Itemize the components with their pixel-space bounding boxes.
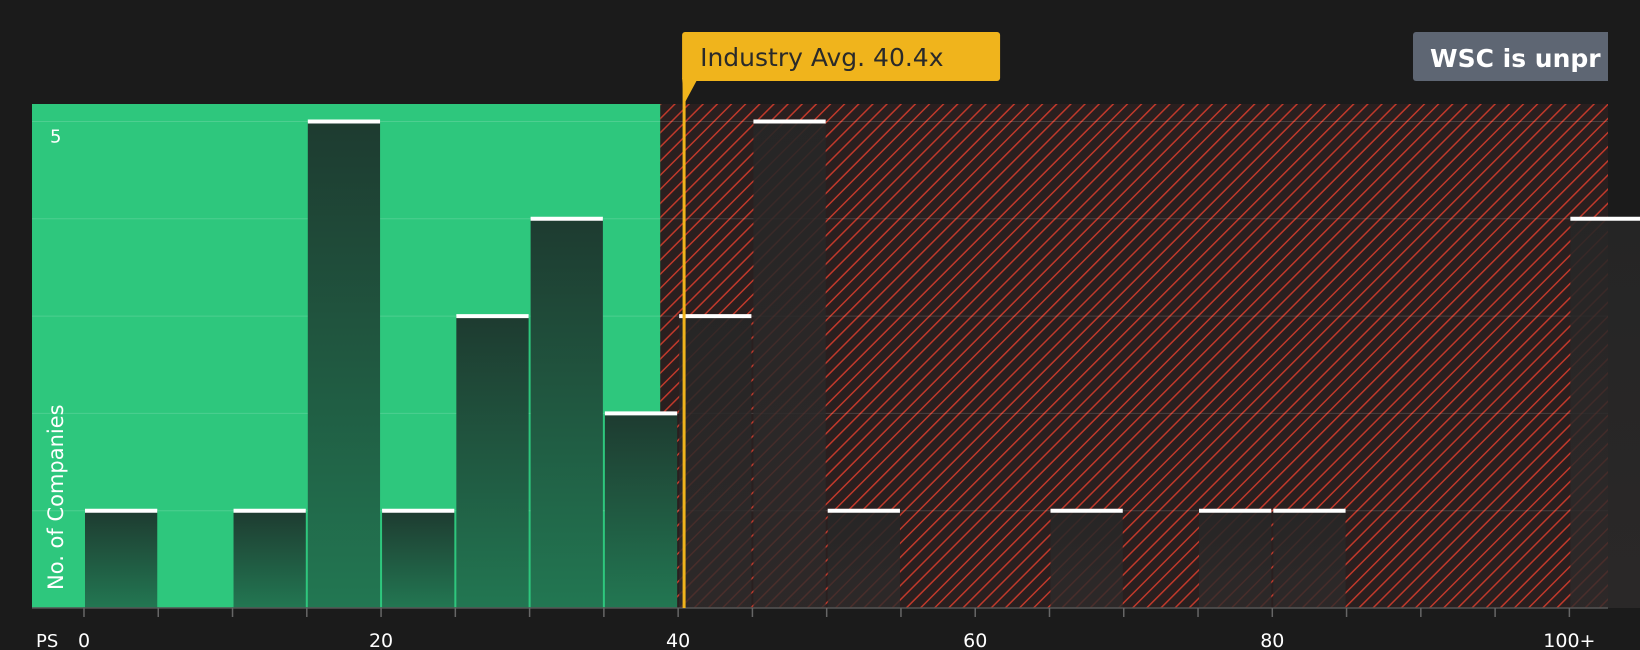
x-axis-prefix: PS — [36, 631, 58, 650]
x-tick-label: 60 — [963, 630, 987, 650]
histogram-bar — [753, 121, 826, 608]
company-badge-label: WSC is unpr — [1430, 44, 1601, 73]
histogram-bar — [604, 413, 678, 608]
histogram-bar — [679, 316, 752, 608]
histogram-bar — [1570, 218, 1640, 609]
histogram-bar — [1050, 510, 1123, 608]
valuation-histogram-chart: 0 20 40 60 80 100+ 5 No. of Companies PS Indu… — [32, 32, 1640, 650]
histogram-bar — [827, 510, 900, 608]
histogram-bar — [1273, 510, 1346, 608]
x-tick-label: 0 — [78, 630, 90, 650]
y-tick-label: 5 — [50, 127, 61, 148]
histogram-bar — [84, 510, 158, 608]
x-axis-ticks: 0 20 40 60 80 100+ — [78, 608, 1595, 650]
y-axis-label: No. of Companies — [44, 404, 68, 590]
histogram-bar — [1199, 510, 1272, 608]
industry-average-label: Industry Avg. 40.4x — [700, 43, 943, 72]
company-valuation-badge: WSC is unpr — [1413, 32, 1608, 81]
y-axis-ticks: 5 — [50, 127, 61, 148]
histogram-bar — [307, 121, 381, 608]
histogram-bar — [233, 510, 306, 608]
histogram-bar — [456, 316, 529, 608]
x-tick-label: 40 — [666, 630, 690, 650]
histogram-bar — [382, 510, 455, 608]
x-tick-label: 80 — [1260, 630, 1284, 650]
industry-average-callout-pointer — [682, 78, 699, 104]
histogram-bar — [530, 218, 603, 609]
x-tick-label: 20 — [369, 630, 393, 650]
x-tick-label: 100+ — [1543, 630, 1595, 650]
